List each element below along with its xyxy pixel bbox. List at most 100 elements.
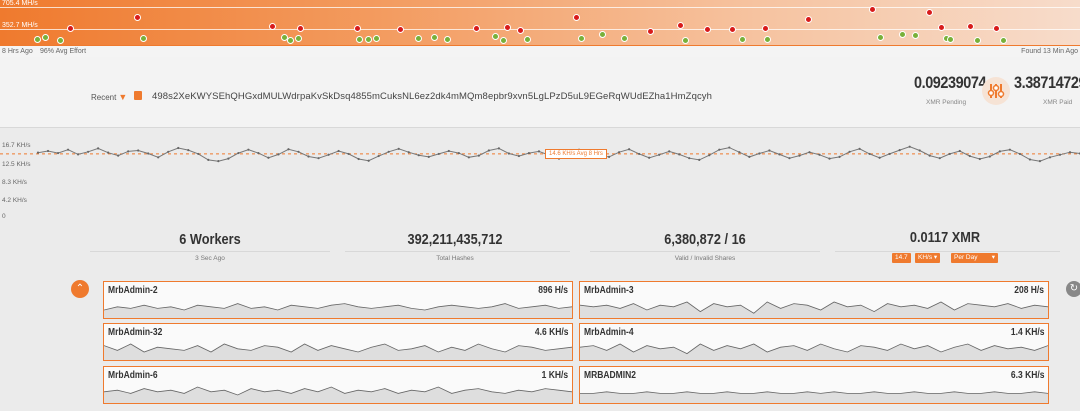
- orphan-block-marker[interactable]: [473, 25, 480, 32]
- orphan-block-marker[interactable]: [938, 24, 945, 31]
- worker-card[interactable]: MrbAdmin-4 1.4 KH/s: [579, 323, 1049, 361]
- valid-block-marker[interactable]: [57, 37, 64, 44]
- worker-card[interactable]: MrbAdmin-32 4.6 KH/s: [103, 323, 573, 361]
- hashrate-point: [287, 148, 290, 151]
- orphan-block-marker[interactable]: [269, 23, 276, 30]
- valid-block-marker[interactable]: [899, 31, 906, 38]
- worker-card[interactable]: MrbAdmin-2 896 H/s: [103, 281, 573, 319]
- hashrate-point: [638, 152, 641, 156]
- worker-hashrate: 208 H/s: [1014, 285, 1044, 296]
- earn-rate-input[interactable]: 14.7: [892, 253, 911, 263]
- hashrate-point: [157, 156, 160, 159]
- shares-value: 6,380,872 / 16: [664, 231, 746, 248]
- earn-unit-select[interactable]: KH/s ▾: [915, 253, 941, 263]
- hashrate-point: [457, 151, 460, 155]
- orphan-block-marker[interactable]: [397, 26, 404, 33]
- valid-block-marker[interactable]: [34, 36, 41, 43]
- time-start-label: 8 Hrs Ago: [2, 48, 33, 55]
- valid-block-marker[interactable]: [492, 33, 499, 40]
- valid-block-marker[interactable]: [444, 36, 451, 43]
- wallet-address[interactable]: 498s2XeKWYSEhQHGxdMULWdrpaKvSkDsq4855mCu…: [152, 91, 712, 102]
- hashrate-point: [1018, 152, 1021, 156]
- valid-block-marker[interactable]: [287, 37, 294, 44]
- valid-block-marker[interactable]: [739, 36, 746, 43]
- valid-block-marker[interactable]: [912, 32, 919, 39]
- hashrate-point: [868, 152, 871, 156]
- orphan-block-marker[interactable]: [504, 24, 511, 31]
- hashrate-point: [938, 157, 941, 160]
- orphan-block-marker[interactable]: [354, 25, 361, 32]
- valid-block-marker[interactable]: [140, 35, 147, 42]
- orphan-block-marker[interactable]: [993, 25, 1000, 32]
- hashrate-point: [297, 150, 300, 153]
- worker-hashrate: 6.3 KH/s: [1010, 370, 1044, 381]
- hashrate-point: [958, 149, 961, 153]
- worker-card[interactable]: MRBADMIN2 6.3 KH/s: [579, 366, 1049, 404]
- valid-block-marker[interactable]: [524, 36, 531, 43]
- hashrate-point: [728, 146, 731, 149]
- valid-block-marker[interactable]: [974, 37, 981, 44]
- hashrate-point: [487, 149, 490, 152]
- hashrate-point: [307, 155, 310, 158]
- valid-block-marker[interactable]: [373, 35, 380, 42]
- worker-sparkline: [580, 301, 1048, 318]
- hashrate-point: [387, 150, 390, 153]
- orphan-block-marker[interactable]: [967, 23, 974, 30]
- orphan-block-marker[interactable]: [517, 27, 524, 34]
- hashrate-point: [417, 154, 420, 157]
- orphan-block-marker[interactable]: [926, 9, 933, 16]
- valid-block-marker[interactable]: [365, 36, 372, 43]
- valid-block-marker[interactable]: [599, 31, 606, 38]
- hashrate-point: [187, 149, 190, 152]
- valid-block-marker[interactable]: [42, 34, 49, 41]
- chevron-up-icon[interactable]: ⌃: [71, 280, 89, 298]
- valid-block-marker[interactable]: [431, 34, 438, 41]
- hashrate-point: [928, 154, 931, 157]
- refresh-icon[interactable]: ↻: [1066, 281, 1080, 297]
- hashrate-point: [497, 147, 500, 150]
- valid-block-marker[interactable]: [621, 35, 628, 42]
- pending-value: 0.09239074: [914, 73, 987, 92]
- hashrate-point: [517, 154, 521, 158]
- orphan-block-marker[interactable]: [297, 25, 304, 32]
- trash-icon[interactable]: [134, 91, 142, 100]
- sparkline-area: [104, 303, 572, 318]
- worker-name: MrbAdmin-32: [108, 327, 163, 338]
- valid-block-marker[interactable]: [877, 34, 884, 41]
- valid-block-marker[interactable]: [1000, 37, 1007, 44]
- orphan-block-marker[interactable]: [762, 25, 769, 32]
- earn-period-select[interactable]: Per Day ▾: [951, 253, 998, 263]
- divider: [90, 251, 330, 252]
- hashrate-point: [337, 149, 340, 153]
- orphan-block-marker[interactable]: [805, 16, 812, 23]
- earn-unit-label: KH/s: [918, 254, 933, 261]
- orphan-block-marker[interactable]: [869, 6, 876, 13]
- sliders-icon[interactable]: [982, 77, 1010, 105]
- worker-card[interactable]: MrbAdmin-6 1 KH/s: [103, 366, 573, 404]
- orphan-block-marker[interactable]: [134, 14, 141, 21]
- orphan-block-marker[interactable]: [677, 22, 684, 29]
- orphan-block-marker[interactable]: [729, 26, 736, 33]
- orphan-block-marker[interactable]: [704, 26, 711, 33]
- valid-block-marker[interactable]: [500, 37, 507, 44]
- valid-block-marker[interactable]: [682, 37, 689, 44]
- worker-card[interactable]: MrbAdmin-3 208 H/s: [579, 281, 1049, 319]
- valid-block-marker[interactable]: [578, 35, 585, 42]
- hashrate-point: [988, 155, 991, 158]
- hashrate-point: [918, 149, 921, 152]
- valid-block-marker[interactable]: [356, 36, 363, 43]
- hashrate-point: [648, 156, 651, 159]
- miner-hashrate-chart: 16.7 KH/s 12.5 KH/s 8.3 KH/s 4.2 KH/s 0 …: [0, 128, 1080, 228]
- orphan-block-marker[interactable]: [67, 25, 74, 32]
- orphan-block-marker[interactable]: [647, 28, 654, 35]
- hashrate-point: [818, 153, 821, 156]
- valid-block-marker[interactable]: [764, 36, 771, 43]
- orphan-block-marker[interactable]: [573, 14, 580, 21]
- hashrate-point: [427, 155, 430, 159]
- recent-dropdown[interactable]: Recent ▼: [91, 92, 127, 102]
- hashrate-point: [1008, 148, 1011, 151]
- valid-block-marker[interactable]: [947, 36, 954, 43]
- valid-block-marker[interactable]: [295, 35, 302, 42]
- valid-block-marker[interactable]: [415, 35, 422, 42]
- hashrate-point: [998, 150, 1001, 153]
